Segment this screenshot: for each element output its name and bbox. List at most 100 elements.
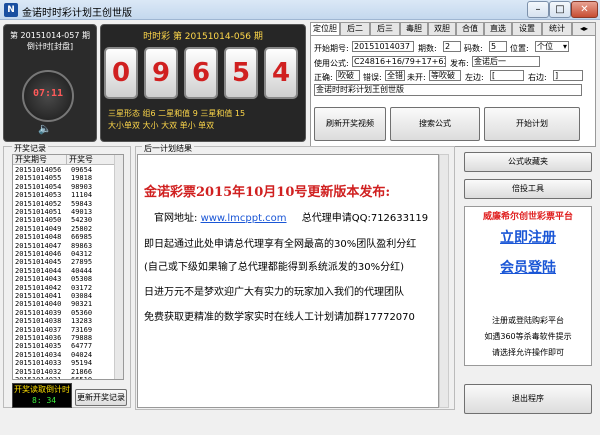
table-row[interactable]: 20151014033 95194 [13, 359, 123, 368]
row-period: 20151014052 [15, 199, 62, 208]
register-link[interactable]: 立即注册 [465, 227, 591, 247]
plan-result-legend: 后一计划结果 [142, 143, 194, 154]
table-row[interactable]: 20151014035 64777 [13, 342, 123, 350]
tab-zhixuan[interactable]: 直选 [484, 22, 512, 36]
start-period-label: 开始期号: [314, 44, 349, 53]
draw-ball: 4 [264, 47, 298, 99]
table-row[interactable]: 20151014036 79888 [13, 334, 123, 342]
start-plan-button[interactable]: 开始计划 [484, 107, 580, 141]
row-period: 20151014045 [15, 258, 62, 267]
row-number: 66510 [71, 376, 93, 380]
table-row[interactable]: 20151014038 13283 [13, 317, 123, 325]
table-row[interactable]: 20151014039 05360 [13, 308, 123, 317]
site-link[interactable]: www.lmcppt.com [201, 213, 287, 224]
column-header-number[interactable]: 开奖号 [67, 155, 115, 165]
wrong-input[interactable]: 全错 [385, 70, 405, 81]
table-row[interactable]: 20151014034 04024 [13, 350, 123, 359]
row-number: 25802 [71, 224, 93, 233]
clock-time: 07:11 [32, 88, 64, 99]
code-count-input[interactable]: 5 [489, 41, 507, 52]
site-label: 官网地址: [154, 213, 198, 224]
right-input[interactable]: ] [553, 70, 583, 81]
table-row[interactable]: 20151014049 25802 [13, 224, 123, 233]
left-input[interactable]: [ [490, 70, 524, 81]
table-row[interactable]: 20151014044 40444 [13, 266, 123, 275]
table-row[interactable]: 20151014043 05308 [13, 275, 123, 284]
row-number: 95194 [71, 359, 93, 368]
table-row[interactable]: 20151014052 59843 [13, 199, 123, 208]
close-button[interactable]: ✕ [571, 1, 598, 18]
row-period: 20151014031 [15, 376, 62, 380]
update-records-button[interactable]: 更新开奖记录 [75, 389, 127, 406]
exit-button[interactable]: 退出程序 [464, 384, 592, 414]
maximize-button[interactable]: □ [549, 1, 571, 18]
table-row[interactable]: 20151014048 66985 [13, 233, 123, 242]
row-number: 40444 [71, 266, 93, 275]
search-formula-button[interactable]: 搜索公式 [390, 107, 480, 141]
tab-shuangdan[interactable]: 双胆 [428, 22, 456, 36]
plan-result-text[interactable]: 金诺彩票2015年10月10号更新版本发布: 官网地址: www.lmcppt.… [137, 154, 439, 408]
pending-input[interactable]: 等吹破 [429, 70, 461, 81]
row-period: 20151014056 [15, 166, 62, 174]
refresh-video-button[interactable]: 刷新开奖视频 [314, 107, 386, 141]
table-row[interactable]: 20151014050 54230 [13, 216, 123, 225]
row-period: 20151014048 [15, 233, 62, 242]
table-row[interactable]: 20151014046 04312 [13, 250, 123, 258]
periods-label: 期数: [418, 44, 437, 53]
table-row[interactable]: 20151014054 98903 [13, 183, 123, 191]
table-row[interactable]: 20151014031 66510 [13, 376, 123, 380]
analysis-line: 三星形态 组6 二星和值 9 三星和值 15 [108, 109, 246, 118]
tab-housan[interactable]: 后三 [370, 22, 400, 36]
history-table[interactable]: 开奖期号 开奖号 20151014056 09654 20151014055 1981… [12, 154, 124, 380]
row-number: 49013 [71, 208, 93, 216]
row-number: 04312 [71, 250, 93, 258]
tab-houer[interactable]: 后二 [340, 22, 370, 36]
table-row[interactable]: 20151014032 21866 [13, 368, 123, 376]
row-number: 05360 [71, 308, 93, 317]
start-period-input[interactable]: 20151014037 [352, 41, 414, 52]
row-period: 20151014050 [15, 216, 62, 225]
tab-scroll[interactable]: ◂▸ [572, 22, 596, 36]
table-row[interactable]: 20151014042 03172 [13, 283, 123, 292]
row-period: 20151014042 [15, 283, 62, 292]
tab-settings[interactable]: 设置 [512, 22, 542, 36]
tab-stats[interactable]: 统计 [542, 22, 572, 36]
table-row[interactable]: 20151014041 03084 [13, 292, 123, 300]
periods-input[interactable]: 2 [443, 41, 461, 52]
ad-note: 注册或登陆购彩平台 [492, 316, 564, 325]
table-row[interactable]: 20151014055 19818 [13, 174, 123, 182]
table-row[interactable]: 20151014047 89863 [13, 241, 123, 250]
minimize-button[interactable]: – [527, 1, 549, 18]
row-period: 20151014043 [15, 275, 62, 284]
table-row[interactable]: 20151014045 27895 [13, 258, 123, 267]
speaker-icon[interactable]: 🔈 [38, 122, 52, 135]
publish-input[interactable]: 金诺后一 [472, 56, 540, 67]
history-scrollbar[interactable] [114, 155, 123, 379]
tab-dingweidan[interactable]: 定位胆 [310, 22, 340, 36]
row-number: 89863 [71, 241, 93, 250]
code-count-label: 码数: [464, 44, 483, 53]
table-row[interactable]: 20151014053 11104 [13, 191, 123, 199]
maximize-icon: □ [555, 4, 565, 15]
tab-hezhi[interactable]: 合值 [456, 22, 484, 36]
minimize-icon: – [535, 4, 541, 15]
table-row[interactable]: 20151014056 09654 [13, 166, 123, 174]
formula-collection-button[interactable]: 公式收藏夹 [464, 152, 592, 172]
table-row[interactable]: 20151014037 73169 [13, 326, 123, 334]
column-header-period[interactable]: 开奖期号 [13, 155, 67, 165]
site-line: 官网地址: www.lmcppt.com 总代理申请QQ:712633119 [154, 209, 438, 224]
formula-input[interactable]: C24816+16/79+17+63+47+0 [352, 56, 446, 67]
row-number: 09654 [71, 166, 93, 174]
login-link[interactable]: 会员登陆 [465, 257, 591, 277]
draw-title: 时时彩 第 20151014-056 期 [143, 32, 263, 42]
row-number: 79888 [71, 334, 93, 342]
row-period: 20151014034 [15, 350, 62, 359]
multiplier-tool-button[interactable]: 倍投工具 [464, 179, 592, 199]
output-preview[interactable]: 金诺时时彩计划王创世版 [314, 84, 582, 96]
table-row[interactable]: 20151014051 49013 [13, 208, 123, 216]
position-select[interactable]: 个位 ▾ [535, 41, 569, 52]
table-row[interactable]: 20151014040 90321 [13, 300, 123, 308]
correct-input[interactable]: 吹破 [336, 70, 360, 81]
plan-result-scrollbar[interactable] [439, 154, 449, 408]
tab-dudan[interactable]: 毒胆 [400, 22, 428, 36]
